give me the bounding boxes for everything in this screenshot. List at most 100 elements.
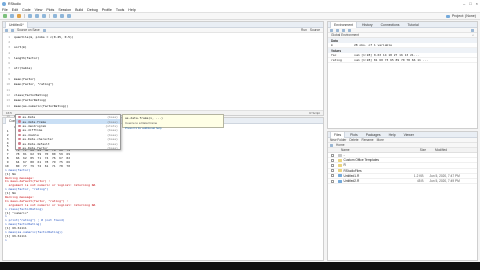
code-text[interactable]: sort(m): [12, 45, 27, 49]
file-checkbox[interactable]: [331, 169, 334, 173]
source-button[interactable]: Source: [310, 28, 320, 32]
col-size[interactable]: Size: [406, 148, 426, 152]
file-checkbox[interactable]: [331, 179, 334, 183]
tab-packages[interactable]: Packages: [363, 132, 384, 138]
new-project-icon[interactable]: [10, 14, 14, 18]
line-number: 5: [8, 55, 10, 60]
tab-files[interactable]: Files: [330, 131, 346, 138]
delete-button[interactable]: Delete: [349, 138, 358, 142]
menu-plots[interactable]: Plots: [46, 8, 54, 12]
menu-tools[interactable]: Tools: [116, 8, 124, 12]
import-dataset-icon[interactable]: [342, 28, 345, 32]
home-icon[interactable]: [330, 143, 333, 147]
code-text[interactable]: mean(factor): [12, 77, 36, 81]
autocomplete-item[interactable]: as.Date.factor {base}: [16, 146, 120, 150]
menu-file[interactable]: File: [2, 8, 8, 12]
save-all-icon[interactable]: [35, 14, 39, 18]
function-icon: [18, 146, 21, 150]
maximize-button[interactable]: □: [469, 1, 471, 6]
search-icon[interactable]: ⌕: [472, 33, 474, 37]
path-home[interactable]: Home: [336, 143, 345, 147]
project-menu[interactable]: Project: (None): [445, 14, 476, 18]
addins-icon[interactable]: [67, 14, 71, 18]
load-workspace-icon[interactable]: [330, 28, 333, 32]
file-checkbox[interactable]: [331, 174, 334, 178]
file-checkbox[interactable]: [331, 163, 334, 167]
line-number: 8: [8, 71, 10, 76]
autocomplete-package: {base}: [107, 132, 118, 137]
file-name[interactable]: R: [344, 163, 404, 167]
code-text[interactable]: class(factorRating): [12, 93, 48, 97]
autocomplete-label: as.Date.default: [22, 141, 50, 146]
code-area[interactable]: 1 quantile(m, probs = c(0.25, 0.5)) 2 3 sort…: [3, 34, 323, 118]
menu-code[interactable]: Code: [22, 8, 31, 12]
workspace-panes-icon[interactable]: [60, 14, 64, 18]
code-text[interactable]: mean(factorRating): [12, 98, 47, 102]
save-icon[interactable]: [28, 14, 32, 18]
autocomplete-help-tooltip: as.data.frame(x, ...) Coerce to a Data F…: [122, 114, 224, 130]
env-var-value: num [1:28] 0.63 14 18 27 16 13 21...: [354, 53, 420, 57]
magic-wand-icon[interactable]: [42, 28, 46, 32]
code-text[interactable]: quantile(m, probs = c(0.25, 0.5)): [12, 35, 74, 39]
code-text[interactable]: length(factor): [12, 56, 39, 60]
autocomplete-label: as.Date.factor: [22, 145, 48, 150]
menu-profile[interactable]: Profile: [102, 8, 112, 12]
menu-session[interactable]: Session: [58, 8, 71, 12]
col-name[interactable]: Name: [341, 148, 403, 152]
tab-viewer[interactable]: Viewer: [401, 132, 417, 138]
menu-build[interactable]: Build: [75, 8, 83, 12]
autocomplete-label: as.data.frame: [22, 119, 46, 124]
file-checkbox[interactable]: [331, 153, 334, 157]
back-arrow-icon[interactable]: [5, 28, 8, 32]
new-file-icon[interactable]: [3, 14, 7, 18]
source-on-save-toggle[interactable]: Source on Save: [17, 28, 40, 32]
more-button[interactable]: More: [377, 138, 384, 142]
tab-environment[interactable]: Environment: [330, 21, 358, 28]
tab-untitled1[interactable]: Untitled1*: [5, 21, 28, 28]
save-file-icon[interactable]: [11, 28, 14, 32]
new-folder-button[interactable]: New Folder: [330, 138, 346, 142]
print-icon[interactable]: [42, 14, 46, 18]
file-name[interactable]: RStudioFiles: [344, 169, 404, 173]
function-icon: [18, 115, 21, 119]
open-file-icon[interactable]: [17, 14, 21, 18]
menu-edit[interactable]: Edit: [12, 8, 18, 12]
code-text[interactable]: mean(as.numeric(factorRating)): [12, 104, 68, 108]
tab-plots[interactable]: Plots: [347, 132, 361, 138]
line-number: 7: [8, 66, 10, 71]
file-checkbox[interactable]: [331, 158, 334, 162]
close-button[interactable]: ×: [476, 1, 478, 6]
file-name[interactable]: Untitled1.R: [344, 174, 404, 178]
run-button[interactable]: Run: [301, 28, 307, 32]
menu-view[interactable]: View: [35, 8, 43, 12]
rename-button[interactable]: Rename: [362, 138, 374, 142]
minimize-button[interactable]: –: [463, 1, 465, 6]
file-name[interactable]: Untitled2.R: [344, 179, 404, 183]
autocomplete-label: as.difftime: [22, 128, 43, 133]
scope-selector[interactable]: Global Environment: [331, 33, 359, 37]
autocomplete-package: {base}: [107, 137, 118, 142]
tab-connections[interactable]: Connections: [378, 22, 403, 28]
autocomplete-list[interactable]: as.Date {base} as.data.frame {base} as.dendr…: [15, 114, 121, 150]
menu-help[interactable]: Help: [128, 8, 135, 12]
help-description: Coerce to a Data Frame: [125, 121, 158, 125]
save-workspace-icon[interactable]: [336, 28, 339, 32]
tab-help[interactable]: Help: [386, 132, 399, 138]
refresh-icon[interactable]: [471, 28, 474, 32]
file-name[interactable]: ..: [344, 153, 404, 157]
tab-history[interactable]: History: [359, 22, 376, 28]
file-modified: Jun 5, 2020, 7:49 PM: [429, 179, 460, 184]
code-text[interactable]: str(table): [12, 66, 32, 70]
col-modified[interactable]: Modified: [435, 148, 447, 152]
code-text[interactable]: mean(factor, "rating"): [12, 82, 54, 86]
autocomplete-label: as.Date: [22, 115, 36, 120]
os-taskbar: [0, 262, 480, 270]
go-to-file-icon[interactable]: [53, 14, 57, 18]
clear-workspace-icon[interactable]: [348, 28, 351, 32]
env-value-row[interactable]: rating num [1:28] 81 60 73 65 89 70 78 66…: [328, 58, 477, 63]
file-name[interactable]: Custom Office Templates: [344, 158, 404, 162]
menu-debug[interactable]: Debug: [87, 8, 98, 12]
file-type-selector[interactable]: R Script: [309, 111, 320, 115]
tab-tutorial[interactable]: Tutorial: [404, 22, 421, 28]
file-row[interactable]: Untitled2.R 45 B Jun 5, 2020, 7:49 PM: [328, 179, 477, 185]
